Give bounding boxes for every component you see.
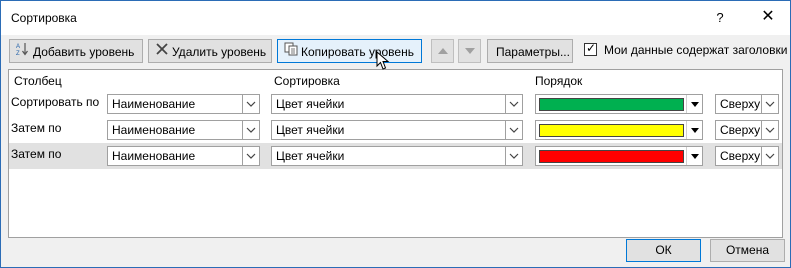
mouse-pointer-icon — [376, 50, 390, 74]
move-up-icon — [438, 48, 448, 54]
copy-level-label: Копировать уровень — [301, 44, 414, 59]
column-select-value: Наименование — [112, 149, 196, 163]
sort-on-select[interactable]: Цвет ячейки — [271, 146, 523, 166]
help-button[interactable]: ? — [705, 7, 735, 29]
checkmark-icon: ✓ — [586, 41, 597, 55]
close-button[interactable]: ✕ — [751, 5, 785, 29]
row-label: Сортировать по — [11, 95, 100, 109]
move-up-button[interactable] — [431, 39, 454, 63]
chevron-down-icon[interactable] — [242, 121, 259, 139]
sort-on-header: Сортировка — [274, 74, 340, 88]
ok-button[interactable]: ОК — [626, 239, 701, 262]
chevron-down-icon[interactable] — [761, 95, 778, 113]
move-down-icon — [465, 48, 475, 54]
add-level-label: Добавить уровень — [33, 44, 135, 59]
color-swatch — [539, 150, 684, 163]
column-select-value: Наименование — [112, 97, 196, 111]
column-select[interactable]: Наименование — [107, 120, 260, 140]
sort-level-row[interactable]: Сортировать по Наименование Цвет ячейки … — [9, 91, 782, 117]
dropdown-arrow-icon[interactable] — [686, 95, 702, 113]
order-select-value: Сверху — [720, 123, 761, 137]
color-select[interactable] — [535, 120, 703, 140]
sort-on-select[interactable]: Цвет ячейки — [271, 94, 523, 114]
color-select[interactable] — [535, 146, 703, 166]
dropdown-arrow-icon[interactable] — [686, 121, 702, 139]
az-sort-icon: A Z — [16, 41, 30, 63]
headers-checkbox-label[interactable]: Мои данные содержат заголовки — [604, 43, 787, 57]
chevron-down-icon[interactable] — [761, 147, 778, 165]
order-select-value: Сверху — [720, 97, 761, 111]
row-label: Затем по — [11, 121, 62, 135]
color-swatch — [539, 98, 684, 111]
sort-on-select-value: Цвет ячейки — [276, 123, 345, 137]
sort-level-row[interactable]: Затем по Наименование Цвет ячейки Сверху — [9, 117, 782, 143]
chevron-down-icon[interactable] — [505, 95, 522, 113]
column-select-value: Наименование — [112, 123, 196, 137]
row-label: Затем по — [11, 147, 62, 161]
chevron-down-icon[interactable] — [761, 121, 778, 139]
sort-on-select-value: Цвет ячейки — [276, 97, 345, 111]
sort-on-select-value: Цвет ячейки — [276, 149, 345, 163]
sort-dialog: Сортировка ? ✕ A Z Добавить уровень Удал… — [0, 0, 791, 268]
add-level-button[interactable]: A Z Добавить уровень — [9, 39, 143, 63]
column-select[interactable]: Наименование — [107, 94, 260, 114]
sort-levels-grid: Столбец Сортировка Порядок Сортировать п… — [8, 69, 783, 238]
order-header: Порядок — [535, 74, 583, 88]
window-title: Сортировка — [11, 11, 77, 25]
column-header: Столбец — [14, 74, 62, 88]
x-delete-icon — [155, 41, 169, 63]
copy-level-button[interactable]: Копировать уровень — [277, 39, 422, 63]
order-select[interactable]: Сверху — [715, 94, 779, 114]
title-bar: Сортировка ? ✕ — [1, 1, 790, 35]
color-swatch — [539, 124, 684, 137]
chevron-down-icon[interactable] — [242, 95, 259, 113]
options-label: Параметры... — [496, 44, 570, 59]
dropdown-arrow-icon[interactable] — [686, 147, 702, 165]
color-select[interactable] — [535, 94, 703, 114]
cancel-button[interactable]: Отмена — [710, 239, 785, 262]
options-button[interactable]: Параметры... — [487, 39, 573, 63]
order-select[interactable]: Сверху — [715, 120, 779, 140]
delete-level-label: Удалить уровень — [172, 44, 267, 59]
svg-text:A: A — [16, 44, 20, 50]
chevron-down-icon[interactable] — [505, 147, 522, 165]
move-down-button[interactable] — [458, 39, 481, 63]
headers-checkbox[interactable]: ✓ — [584, 41, 597, 56]
column-select[interactable]: Наименование — [107, 146, 260, 166]
svg-text:Z: Z — [16, 51, 20, 56]
chevron-down-icon[interactable] — [242, 147, 259, 165]
order-select[interactable]: Сверху — [715, 146, 779, 166]
sort-level-row-selected[interactable]: Затем по Наименование Цвет ячейки Сверху — [9, 143, 782, 169]
delete-level-button[interactable]: Удалить уровень — [148, 39, 272, 63]
order-select-value: Сверху — [720, 149, 761, 163]
sort-on-select[interactable]: Цвет ячейки — [271, 120, 523, 140]
copy-icon — [284, 41, 298, 63]
chevron-down-icon[interactable] — [505, 121, 522, 139]
